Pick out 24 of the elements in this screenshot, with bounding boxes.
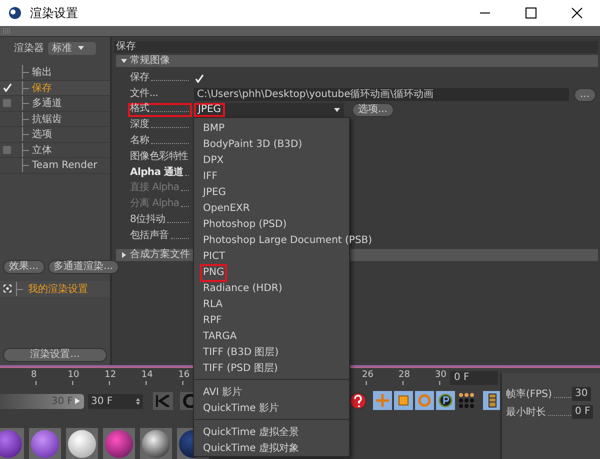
ruler-tick-label: 8 xyxy=(31,370,37,380)
setting-label: 帧率(FPS) xyxy=(506,388,552,401)
field-label: 直接 Alpha xyxy=(130,182,180,194)
field-label: Alpha 通道 xyxy=(130,166,184,179)
ruler-tick-label: 30 xyxy=(435,370,446,380)
field-label: 8位抖动 xyxy=(130,214,166,226)
field-label: 格式 xyxy=(130,103,150,116)
field-label: 名称 xyxy=(130,135,150,148)
field-label: 文件... xyxy=(130,88,158,100)
ruler-tick-label: 12 xyxy=(104,370,116,380)
ruler-tick-label: 26 xyxy=(362,370,374,380)
panel-header: 保存 xyxy=(114,41,598,53)
ruler-tick-label: 14 xyxy=(141,370,153,380)
field-label: 深度 xyxy=(130,119,150,132)
ruler-tick-label: 16 xyxy=(178,370,190,380)
renderer-label: 渲染器 xyxy=(14,42,44,55)
field-label: 图像色彩特性 xyxy=(130,150,188,163)
ruler-tick-label: 10 xyxy=(68,370,80,380)
field-label: 分离 Alpha xyxy=(130,198,180,210)
field-label: 保存 xyxy=(130,72,150,84)
window-title: 渲染设置 xyxy=(30,4,78,22)
setting-label: 最小时长 xyxy=(506,406,546,419)
ruler-tick-label: 28 xyxy=(398,370,410,380)
field-label: 包括声音 xyxy=(130,230,169,242)
